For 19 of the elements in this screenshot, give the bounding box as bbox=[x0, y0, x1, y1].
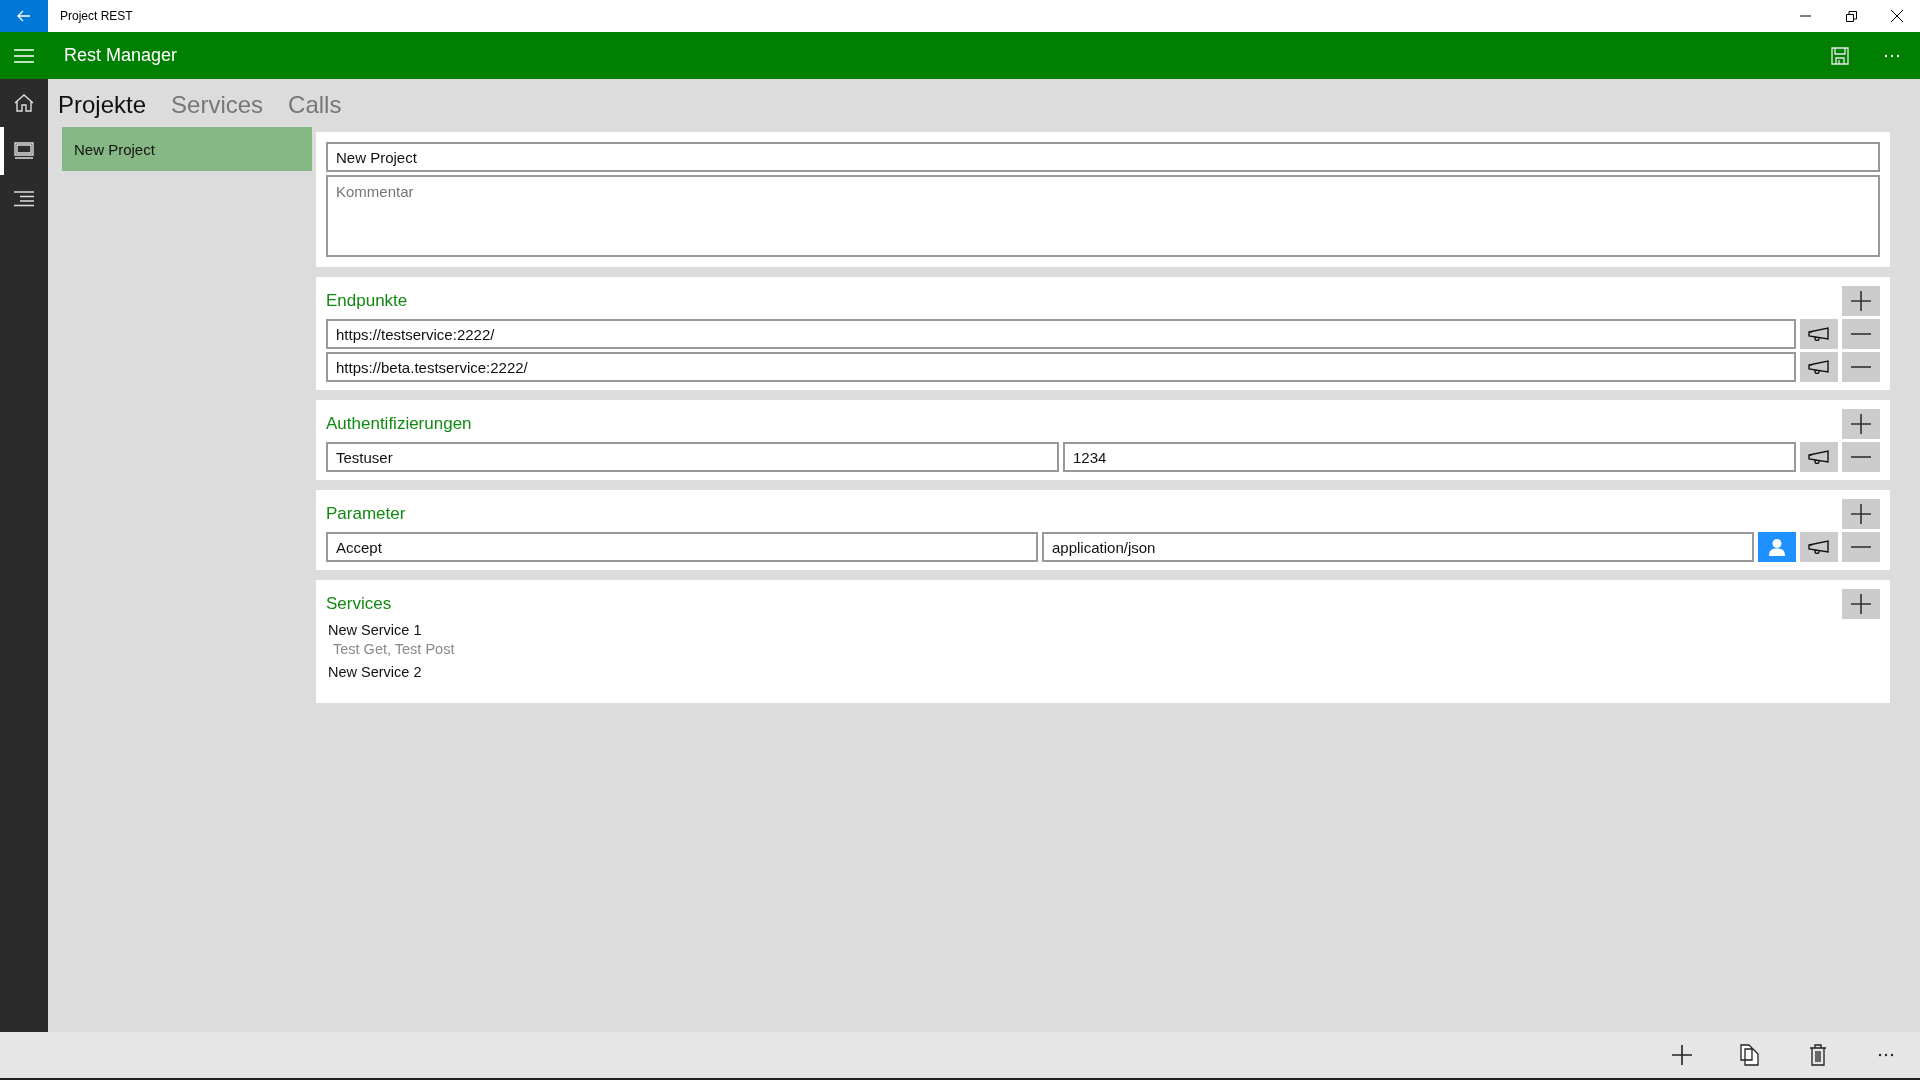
parameter-value-field[interactable]: application/json bbox=[1042, 532, 1754, 562]
service-calls: Test Get, Test Post bbox=[332, 640, 456, 659]
username-field[interactable]: Testuser bbox=[326, 442, 1059, 472]
endpoint-url-field[interactable]: https://testservice:2222/ bbox=[326, 319, 1796, 349]
comment-field[interactable]: Kommentar bbox=[326, 175, 1880, 257]
section-title: Parameter bbox=[326, 503, 406, 524]
password-field[interactable]: 1234 bbox=[1063, 442, 1796, 472]
window-title: Project REST bbox=[60, 9, 134, 23]
project-name-field[interactable]: New Project bbox=[326, 142, 1880, 172]
service-name[interactable]: New Service 1 bbox=[328, 621, 1880, 640]
app-title: Rest Manager bbox=[64, 45, 179, 66]
section-title: Services bbox=[326, 593, 392, 614]
section-title: Authentifizierungen bbox=[326, 413, 472, 434]
service-name[interactable]: New Service 2 bbox=[328, 663, 1880, 682]
parameter-name-field[interactable]: Accept bbox=[326, 532, 1038, 562]
section-title: Endpunkte bbox=[326, 290, 408, 311]
endpoint-url-field[interactable]: https://beta.testservice:2222/ bbox=[326, 352, 1796, 382]
project-list-item[interactable]: New Project bbox=[62, 127, 312, 171]
pivot-tab[interactable]: Projekte bbox=[58, 91, 147, 119]
